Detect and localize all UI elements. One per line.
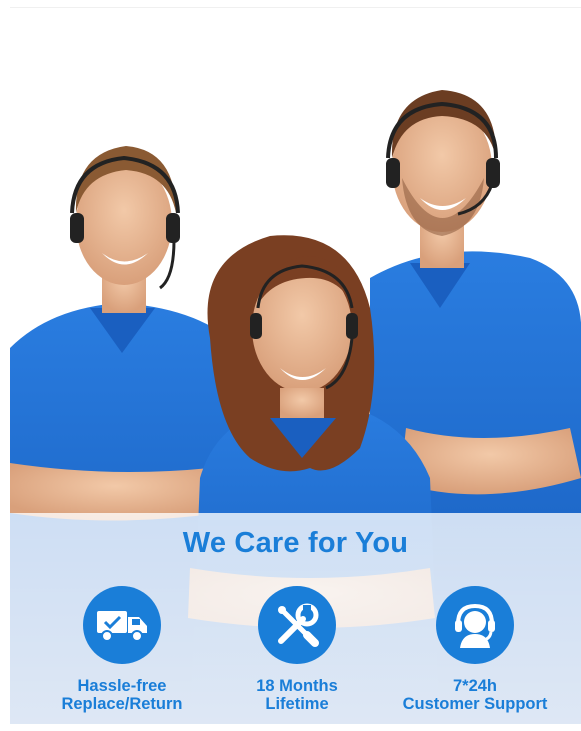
- delivery-truck-icon: [83, 586, 161, 664]
- wrench-screwdriver-icon: [258, 586, 336, 664]
- feature-replace-return: Hassle-free Replace/Return: [27, 586, 217, 713]
- feature-line1: Hassle-free: [77, 677, 167, 695]
- feature-line2: Customer Support: [402, 695, 548, 713]
- promo-card: We Care for You Hassle-free Replace/Retu…: [10, 7, 581, 724]
- feature-line2: Replace/Return: [61, 695, 183, 713]
- feature-line1: 7*24h: [452, 677, 498, 695]
- headset-agent-icon: [436, 586, 514, 664]
- feature-line1: 18 Months: [256, 677, 338, 695]
- headline: We Care for You: [182, 527, 409, 559]
- feature-line2: Lifetime: [265, 695, 329, 713]
- feature-lifetime: 18 Months Lifetime: [202, 586, 392, 713]
- feature-support: 7*24h Customer Support: [380, 586, 570, 713]
